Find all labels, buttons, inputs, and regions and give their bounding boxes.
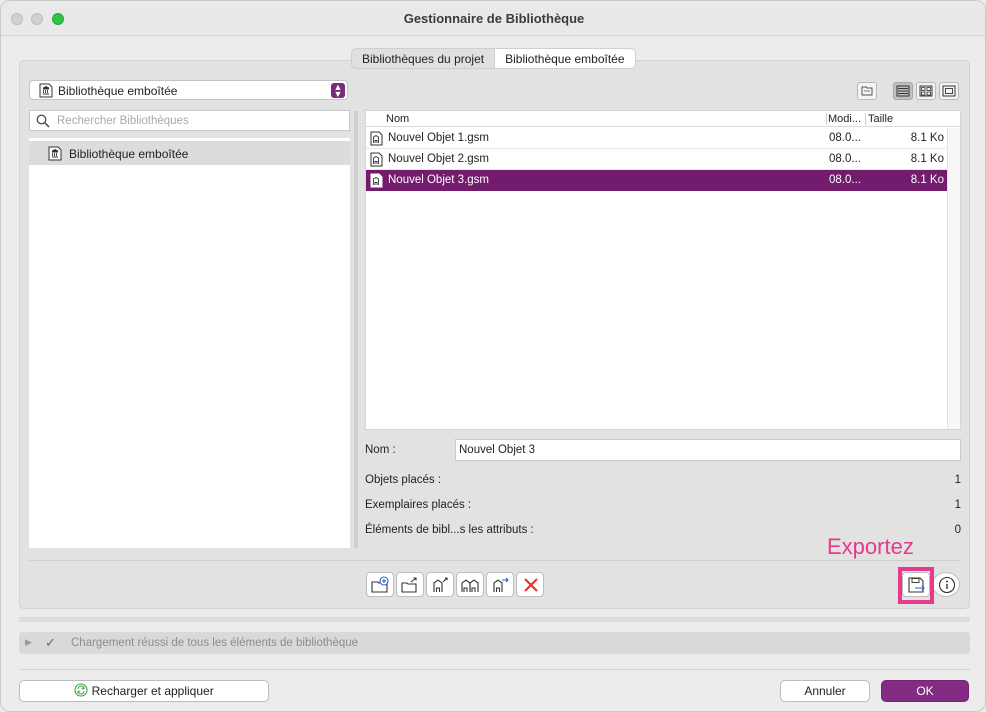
status-separator [19,617,970,622]
tree-item-label: Bibliothèque emboîtée [69,147,189,161]
reload-apply-label: Recharger et appliquer [91,684,214,698]
folder-add-icon [371,576,389,593]
delete-x-icon [524,578,538,592]
ok-button[interactable]: OK [881,680,969,702]
library-tree: Bibliothèque emboîtée [29,138,350,548]
info-button[interactable] [932,572,960,597]
export-annotation-label: Exportez [827,534,914,559]
window-title: Gestionnaire de Bibliothèque [403,11,585,26]
file-modified: 08.0... [829,153,861,165]
library-select-value: Bibliothèque emboîtée [58,84,178,98]
search-placeholder: Rechercher Bibliothèques [57,115,189,127]
delete-button[interactable] [516,572,544,597]
gsm-file-icon [370,173,383,188]
placed-instances-label: Exemplaires placés : [365,499,472,511]
move-object-button[interactable] [486,572,514,597]
list-item[interactable]: Nouvel Objet 1.gsm 08.0... 8.1 Ko [366,128,947,149]
add-library-button[interactable] [366,572,394,597]
status-bar: ▶ ✓ Chargement réussi de tous les élémen… [19,632,970,654]
preview-view-icon [942,85,956,97]
list-view-button[interactable] [893,82,913,100]
footer-divider [19,669,970,670]
status-text: Chargement réussi de tous les éléments d… [71,637,359,649]
object-list: Nom Modi... Taille Nouvel Objet 1.gsm 08… [365,110,961,430]
checkmark-icon: ✓ [45,635,56,650]
info-icon [938,576,956,594]
export-highlight-box [898,567,934,604]
panel-splitter[interactable] [354,111,358,548]
reload-apply-button[interactable]: Recharger et appliquer [19,680,269,702]
tab-project-libraries[interactable]: Bibliothèques du projet [352,49,494,68]
search-field[interactable]: Rechercher Bibliothèques [29,110,350,131]
attribute-elements-value: 0 [954,524,961,536]
disclosure-triangle-icon[interactable]: ▶ [25,637,32,648]
folder-tree-icon [861,86,873,96]
open-folder-button[interactable] [396,572,424,597]
library-icon [48,146,62,161]
file-size: 8.1 Ko [910,132,944,144]
object-new-icon [433,577,448,592]
list-header: Nom Modi... Taille [366,111,960,127]
tab-embedded-library[interactable]: Bibliothèque emboîtée [494,49,635,68]
file-name: Nouvel Objet 3.gsm [388,174,489,186]
reload-icon [74,683,88,697]
name-field[interactable]: Nouvel Objet 3 [455,439,961,461]
file-modified: 08.0... [829,174,861,186]
list-item-selected[interactable]: Nouvel Objet 3.gsm 08.0... 8.1 Ko [366,170,947,191]
gsm-file-icon [370,131,383,146]
attribute-elements-label: Éléments de bibl...s les attributs : [365,524,534,536]
file-modified: 08.0... [829,132,861,144]
file-name: Nouvel Objet 1.gsm [388,132,489,144]
placed-instances-value: 1 [954,499,961,511]
cancel-button[interactable]: Annuler [780,680,870,702]
new-object-button[interactable] [426,572,454,597]
grid-view-icon [919,85,933,97]
list-item[interactable]: Nouvel Objet 2.gsm 08.0... 8.1 Ko [366,149,947,170]
gsm-file-icon [370,152,383,167]
library-select[interactable]: Bibliothèque emboîtée ▲ ▼ [29,80,348,100]
folder-view-button[interactable] [857,82,877,100]
chevron-updown-icon: ▲ ▼ [331,83,345,99]
name-label: Nom : [365,444,396,456]
duplicate-object-button[interactable] [456,572,484,597]
grid-view-button[interactable] [916,82,936,100]
column-header-size[interactable]: Taille [868,113,893,125]
vertical-scrollbar[interactable] [947,128,960,429]
object-duplicate-icon [461,579,479,592]
library-manager-window: Gestionnaire de Bibliothèque Bibliothèqu… [0,0,986,712]
list-view-icon [896,85,910,97]
library-icon [39,83,53,98]
preview-view-button[interactable] [939,82,959,100]
search-icon [36,114,50,128]
titlebar: Gestionnaire de Bibliothèque [1,1,985,36]
tree-item-embedded-library[interactable]: Bibliothèque emboîtée [29,141,350,165]
folder-open-icon [401,577,417,593]
tab-bar: Bibliothèques du projet Bibliothèque emb… [351,48,636,69]
divider [29,560,960,561]
column-header-modified[interactable]: Modi... [828,113,861,125]
placed-objects-value: 1 [954,474,961,486]
placed-objects-label: Objets placés : [365,474,442,486]
object-move-icon [493,577,509,592]
column-header-name[interactable]: Nom [386,113,409,125]
file-size: 8.1 Ko [910,153,944,165]
file-name: Nouvel Objet 2.gsm [388,153,489,165]
file-size: 8.1 Ko [910,174,944,186]
